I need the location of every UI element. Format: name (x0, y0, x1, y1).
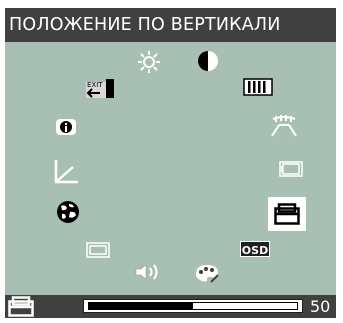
volume-icon[interactable] (133, 260, 163, 284)
language-globe-icon[interactable] (53, 199, 83, 225)
geometry-icon[interactable] (51, 156, 81, 186)
osd-settings-icon[interactable]: OSD (238, 238, 272, 260)
vertical-position-icon[interactable] (268, 197, 306, 231)
exit-icon[interactable]: EXIT (83, 75, 117, 101)
horizontal-position-icon[interactable] (276, 159, 306, 179)
vertical-position-icon (8, 296, 34, 317)
slider-fill (89, 303, 193, 309)
slider-inner (88, 302, 298, 310)
value-readout: 50 (310, 297, 331, 316)
brightness-icon[interactable] (136, 49, 162, 75)
color-palette-icon[interactable] (192, 261, 222, 285)
vertical-position-slider[interactable] (83, 299, 303, 313)
value-bar: 50 (5, 295, 336, 318)
osd-label: OSD (242, 244, 268, 257)
contrast-icon[interactable] (195, 48, 221, 74)
exit-label: EXIT (87, 81, 103, 89)
page-title: ПОЛОЖЕНИЕ ПО ВЕРТИКАЛИ (5, 8, 336, 42)
osd-menu: ПОЛОЖЕНИЕ ПО ВЕРТИКАЛИ EXIT OSD 50 (5, 8, 336, 318)
information-icon[interactable] (53, 116, 79, 138)
horizontal-size-icon[interactable] (240, 76, 276, 98)
pincushion-icon[interactable] (268, 112, 300, 140)
zoom-icon[interactable] (84, 239, 112, 261)
